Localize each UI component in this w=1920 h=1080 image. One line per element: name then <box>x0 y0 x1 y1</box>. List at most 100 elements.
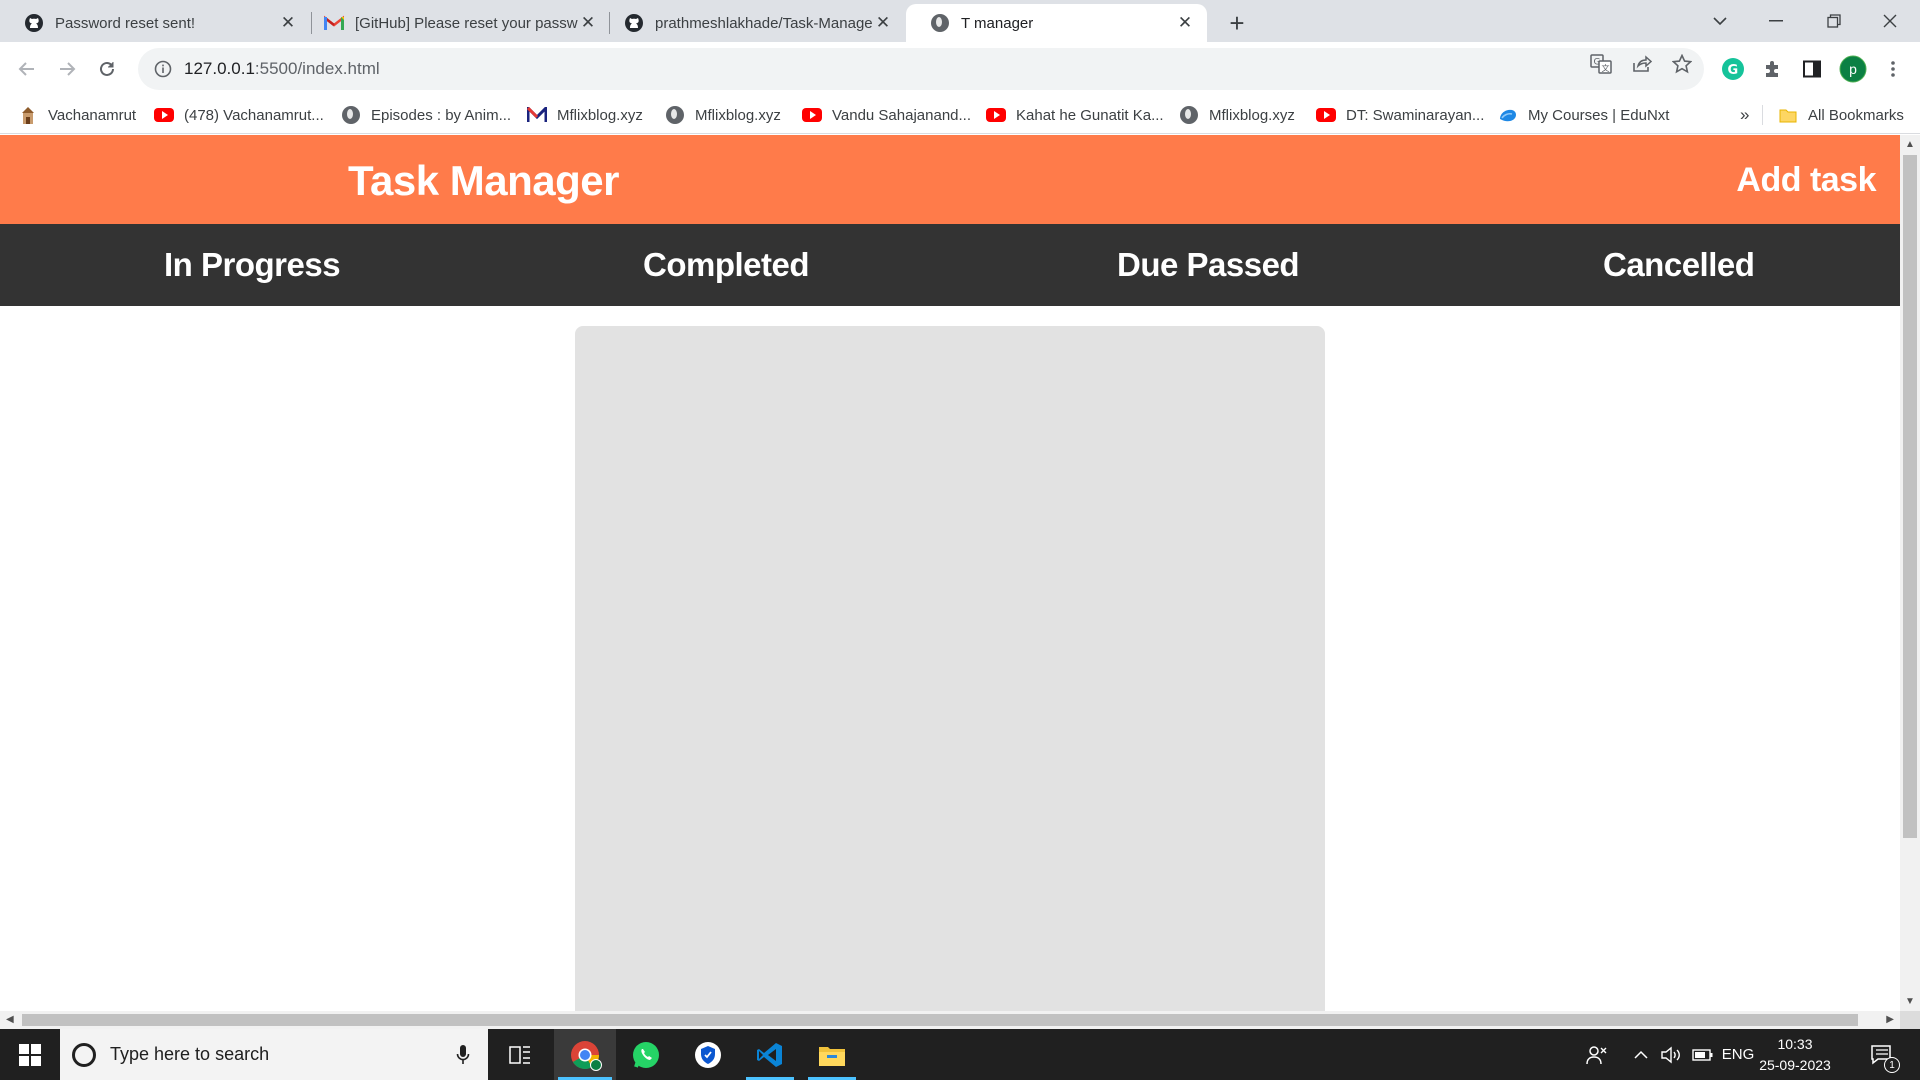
show-hidden-icons-chevron-icon[interactable] <box>1628 1029 1654 1080</box>
bookmark-label: DT: Swaminarayan... <box>1346 106 1485 124</box>
youtube-icon <box>1316 105 1336 125</box>
share-icon[interactable] <box>1629 51 1655 77</box>
new-tab-button[interactable]: + <box>1222 8 1252 38</box>
scroll-up-arrow-icon[interactable]: ▲ <box>1905 139 1915 150</box>
whatsapp-icon[interactable] <box>618 1029 674 1080</box>
minimize-button[interactable] <box>1748 0 1804 42</box>
github-icon <box>624 13 644 33</box>
bookmark-label: Mflixblog.xyz <box>557 106 643 124</box>
bookmark-item[interactable]: DT: Swaminarayan... <box>1316 101 1484 129</box>
gmail-icon <box>324 13 344 33</box>
tab-title: T manager <box>961 14 1034 32</box>
volume-icon[interactable] <box>1656 1029 1686 1080</box>
side-panel-icon[interactable] <box>1797 54 1827 84</box>
svg-text:G: G <box>1728 63 1739 78</box>
bookmark-label: My Courses | EduNxt <box>1528 106 1670 124</box>
all-bookmarks-button[interactable]: All Bookmarks <box>1778 101 1904 129</box>
site-info-icon[interactable] <box>144 50 182 88</box>
start-button[interactable] <box>0 1029 60 1080</box>
bookmark-item[interactable]: Vandu Sahajanand... <box>802 101 971 129</box>
windows-security-icon[interactable] <box>680 1029 736 1080</box>
notification-count-badge: 1 <box>1884 1057 1900 1073</box>
file-explorer-icon[interactable] <box>804 1029 860 1080</box>
globe-icon <box>1179 105 1199 125</box>
globe-icon <box>665 105 685 125</box>
close-icon[interactable]: ✕ <box>1175 13 1195 33</box>
notification-center-icon[interactable]: 1 <box>1862 1029 1902 1080</box>
browser-tab-github-reset-mail[interactable]: [GitHub] Please reset your passw ✕ <box>300 4 610 42</box>
vertical-scroll-thumb[interactable] <box>1903 155 1917 838</box>
bookmark-item[interactable]: Mflixblog.xyz <box>665 101 781 129</box>
browser-toolbar: 127.0.0.1:5500/index.html G文 G P <box>0 42 1920 96</box>
edunxt-icon <box>1498 105 1518 125</box>
folder-icon <box>1778 105 1798 125</box>
app-title: Task Manager <box>348 157 620 204</box>
address-bar[interactable]: 127.0.0.1:5500/index.html <box>138 48 1704 90</box>
microphone-icon[interactable] <box>448 1040 478 1070</box>
youtube-icon <box>986 105 1006 125</box>
url-text[interactable]: 127.0.0.1:5500/index.html <box>184 59 380 79</box>
back-button[interactable] <box>12 54 42 84</box>
scroll-down-arrow-icon[interactable]: ▼ <box>1905 996 1915 1007</box>
browser-tab-github-repo[interactable]: prathmeshlakhade/Task-Manage ✕ <box>600 4 905 42</box>
taskbar-search-box[interactable]: Type here to search <box>60 1029 488 1080</box>
bookmark-label: Kahat he Gunatit Ka... <box>1016 106 1164 124</box>
tab-title: Password reset sent! <box>55 14 196 32</box>
scroll-right-arrow-icon[interactable]: ▶ <box>1886 1014 1894 1025</box>
bookmark-item[interactable]: Kahat he Gunatit Ka... <box>986 101 1164 129</box>
horizontal-scrollbar[interactable]: ◀ ▶ <box>0 1011 1900 1029</box>
add-task-button[interactable]: Add task <box>1736 161 1876 200</box>
bookmark-item[interactable]: Mflixblog.xyz <box>527 101 643 129</box>
youtube-icon <box>154 105 174 125</box>
chrome-menu-icon[interactable] <box>1878 54 1908 84</box>
task-view-icon[interactable] <box>492 1029 548 1080</box>
restore-button[interactable] <box>1806 0 1862 42</box>
grammarly-icon[interactable]: G <box>1718 54 1748 84</box>
language-indicator[interactable]: ENG <box>1718 1029 1758 1080</box>
tab-due-passed[interactable]: Due Passed <box>1117 246 1300 284</box>
bookmark-label: Mflixblog.xyz <box>1209 106 1295 124</box>
forward-button[interactable] <box>52 54 82 84</box>
people-icon[interactable] <box>1580 1029 1614 1080</box>
status-nav: In Progress Completed Due Passed Cancell… <box>0 224 1900 306</box>
chrome-taskbar-icon[interactable] <box>554 1029 616 1080</box>
tab-title: [GitHub] Please reset your passw <box>355 14 578 32</box>
tab-title: prathmeshlakhade/Task-Manage <box>655 14 873 32</box>
tab-in-progress[interactable]: In Progress <box>164 246 341 284</box>
youtube-icon <box>802 105 822 125</box>
battery-icon[interactable] <box>1688 1029 1718 1080</box>
bookmark-item[interactable]: Mflixblog.xyz <box>1179 101 1295 129</box>
github-icon <box>24 13 44 33</box>
close-icon[interactable]: ✕ <box>578 13 598 33</box>
bookmarks-overflow-button[interactable]: » <box>1740 101 1749 129</box>
extensions-puzzle-icon[interactable] <box>1758 54 1788 84</box>
star-icon[interactable] <box>1669 51 1695 77</box>
reload-button[interactable] <box>92 54 122 84</box>
horizontal-scroll-thumb[interactable] <box>22 1014 1858 1026</box>
browser-tab-t-manager[interactable]: T manager ✕ <box>906 4 1207 42</box>
scrollbar-corner <box>1900 1011 1920 1029</box>
translate-icon[interactable]: G文 <box>1588 51 1614 77</box>
scroll-left-arrow-icon[interactable]: ◀ <box>6 1014 14 1025</box>
globe-icon <box>341 105 361 125</box>
tab-completed[interactable]: Completed <box>643 246 810 284</box>
close-icon[interactable]: ✕ <box>873 13 893 33</box>
browser-tab-password-reset[interactable]: Password reset sent! ✕ <box>0 4 310 42</box>
tab-search-chevron-icon[interactable] <box>1692 0 1748 42</box>
bookmark-item[interactable]: Episodes : by Anim... <box>341 101 511 129</box>
vachanamrut-icon <box>18 105 38 125</box>
vscode-icon[interactable] <box>742 1029 798 1080</box>
task-list-panel <box>575 326 1325 1011</box>
profile-avatar[interactable]: P <box>1838 54 1868 84</box>
vertical-scrollbar[interactable]: ▲ ▼ <box>1900 135 1920 1011</box>
clock-time: 10:33 <box>1777 1036 1813 1052</box>
close-icon[interactable]: ✕ <box>278 13 298 33</box>
url-host: 127.0.0.1 <box>184 59 255 78</box>
close-window-button[interactable] <box>1862 0 1918 42</box>
bookmark-item[interactable]: Vachanamrut <box>18 101 136 129</box>
bookmark-item[interactable]: (478) Vachanamrut... <box>154 101 324 129</box>
tab-cancelled[interactable]: Cancelled <box>1603 246 1755 284</box>
taskbar-clock[interactable]: 10:33 25-09-2023 <box>1756 1034 1834 1076</box>
bookmark-item[interactable]: My Courses | EduNxt <box>1498 101 1669 129</box>
bookmarks-divider <box>1762 105 1763 125</box>
